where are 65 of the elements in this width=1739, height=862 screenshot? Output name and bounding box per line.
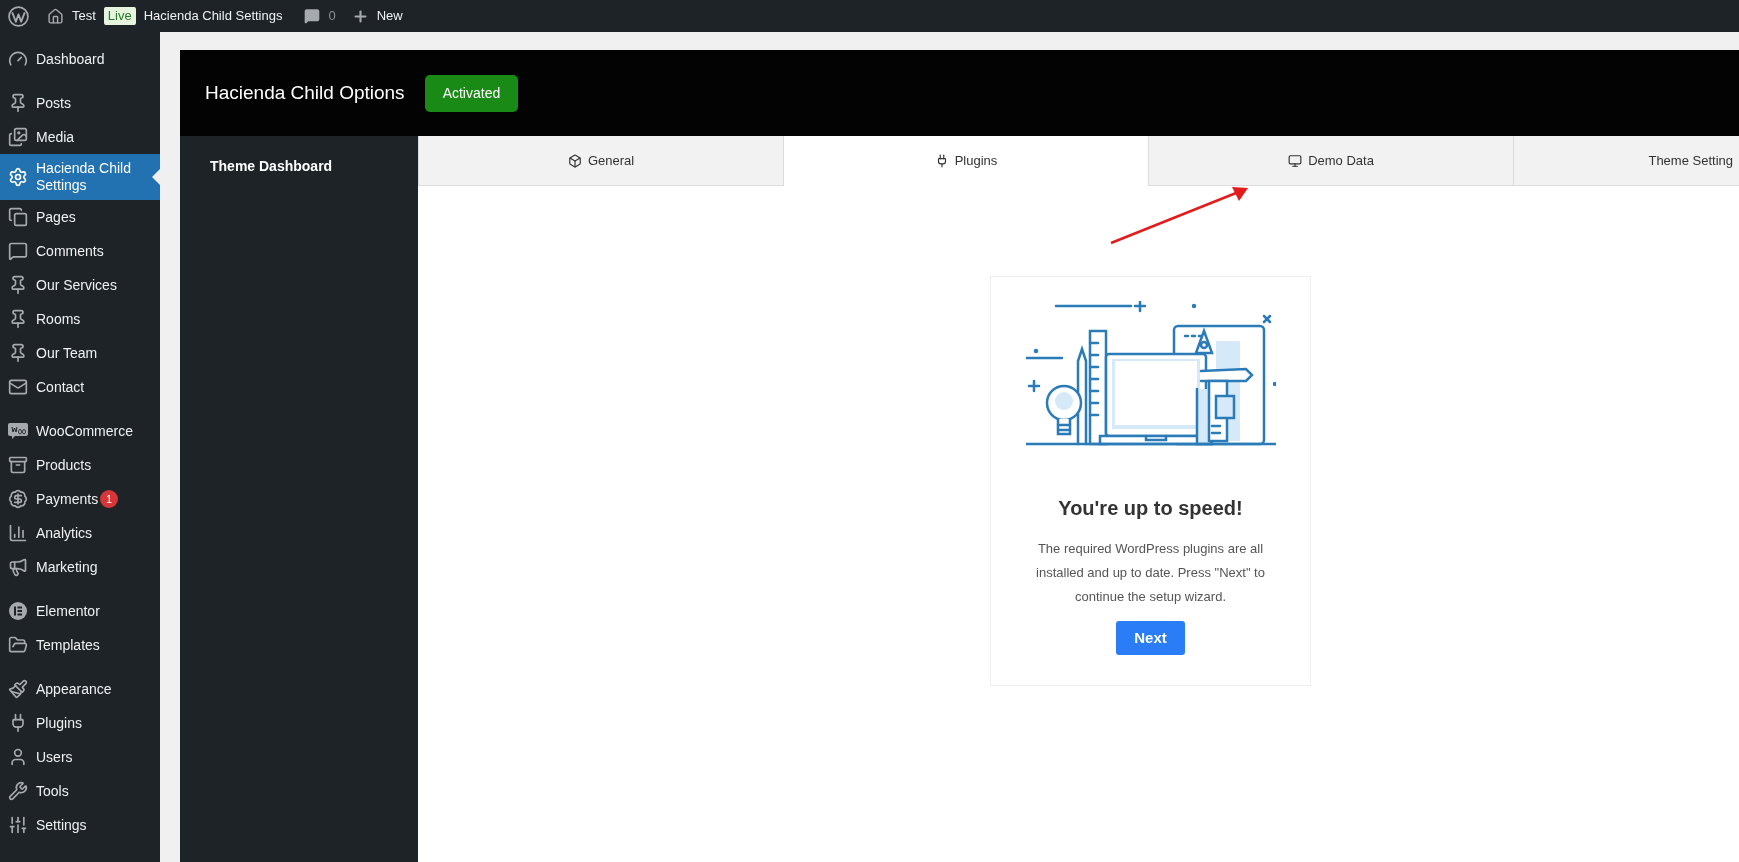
sliders-icon [8,815,28,835]
wordpress-logo-icon[interactable] [8,5,29,27]
user-icon [8,747,28,767]
home-icon[interactable] [47,7,64,25]
dollar-icon [8,489,28,509]
bar-chart-icon [8,523,28,543]
site-name-link[interactable]: Test [72,6,96,26]
pin-icon [8,93,28,113]
panel-title: Hacienda Child Options [205,80,405,105]
pin-icon [8,343,28,363]
woo-icon [8,422,28,440]
settings-icon [8,167,28,187]
side-nav-link[interactable]: Theme Dashboard [210,156,418,177]
menu-item[interactable]: Analytics [0,516,160,550]
pin-icon [8,275,28,295]
tab[interactable]: General [418,136,783,186]
menu-item[interactable]: WooCommerce [0,414,160,448]
current-item-notch [152,169,160,185]
archive-icon [8,455,28,475]
folder-icon [8,635,28,655]
settings-page-link[interactable]: Hacienda Child Settings [143,6,283,26]
cube-icon [567,153,582,168]
menu-item[interactable]: Users [0,740,160,774]
plus-icon[interactable] [351,7,369,25]
pages-icon [8,207,28,227]
environment-badge: Live [103,7,136,25]
card-description: The required WordPress plugins are all installed and up to date. Press "Next" to continue the setup wizard. [1035,540,1266,606]
comment-icon[interactable] [304,8,321,24]
envelope-icon [8,377,28,397]
notification-badge: 1 [100,490,118,508]
menu-item[interactable]: Rooms [0,302,160,336]
megaphone-icon [8,557,28,577]
activated-status: Activated [424,74,519,112]
menu-item[interactable]: Media [0,120,160,154]
menu-item[interactable]: Posts [0,86,160,120]
menu-item[interactable]: Hacienda Child Settings [0,154,160,200]
menu-item[interactable]: Dashboard [0,42,160,76]
menu-item[interactable]: Elementor [0,594,160,628]
menu-item[interactable]: Templates [0,628,160,662]
menu-item[interactable]: Settings [0,808,160,842]
elementor-icon [8,601,28,621]
gauge-icon [8,49,28,69]
menu-item[interactable]: Marketing [0,550,160,584]
brush-icon [8,679,28,699]
monitor-icon [1288,153,1303,168]
menu-item[interactable]: Tools [0,774,160,808]
menu-item[interactable]: Our Services [0,268,160,302]
menu-item[interactable]: Plugins [0,706,160,740]
menu-item[interactable]: Products [0,448,160,482]
menu-item[interactable]: Payments 1 [0,482,160,516]
menu-item[interactable]: Contact [0,370,160,404]
tab[interactable]: Demo Data [1148,136,1513,186]
wrench-icon [8,781,28,801]
menu-item[interactable]: Pages [0,200,160,234]
media-icon [8,127,28,147]
menu-item[interactable]: Our Team [0,336,160,370]
pin-icon [8,309,28,329]
tab[interactable]: Theme Setting [1513,136,1739,186]
comment-icon [8,241,28,261]
new-link[interactable]: New [376,6,403,26]
comment-count: 0 [328,7,336,26]
next-button[interactable]: Next [1116,621,1185,655]
menu-item[interactable]: Comments [0,234,160,268]
menu-item[interactable]: Appearance [0,672,160,706]
card-heading: You're up to speed! [1058,496,1243,521]
